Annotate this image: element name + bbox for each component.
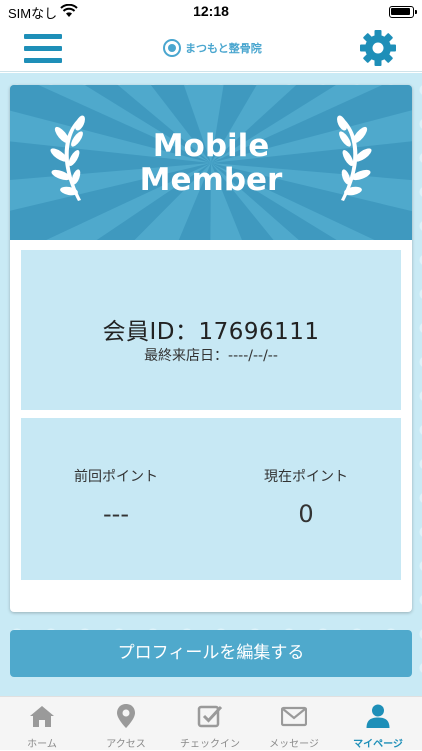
tab-checkin[interactable]: チェックイン bbox=[168, 697, 252, 751]
tab-home-label: ホーム bbox=[27, 739, 57, 750]
menu-icon-bar bbox=[24, 34, 62, 39]
previous-points-label: 前回ポイント bbox=[74, 469, 158, 485]
current-points-value: 0 bbox=[298, 500, 314, 528]
user-icon bbox=[366, 704, 390, 728]
member-id-panel: 会員ID：17696111 最終来店日：----/--/-- bbox=[21, 250, 401, 410]
tab-message-label: メッセージ bbox=[269, 739, 319, 750]
tab-home[interactable]: ホーム bbox=[0, 697, 84, 751]
current-points: 現在ポイント 0 bbox=[211, 466, 401, 528]
tab-access[interactable]: アクセス bbox=[84, 697, 168, 751]
clinic-logo: まつもと整骨院 bbox=[163, 38, 262, 58]
clock: 12:18 bbox=[193, 3, 229, 19]
tab-mypage-label: マイページ bbox=[353, 739, 403, 750]
tab-access-label: アクセス bbox=[106, 739, 146, 750]
tab-checkin-label: チェックイン bbox=[180, 739, 240, 750]
logo-mark-icon bbox=[163, 39, 181, 57]
last-visit-date: 最終来店日：----/--/-- bbox=[144, 348, 278, 364]
member-banner: Mobile Member bbox=[10, 85, 412, 240]
app-header: まつもと整骨院 bbox=[0, 24, 422, 72]
laurel-right-icon bbox=[337, 115, 372, 201]
tab-mypage[interactable]: マイページ bbox=[336, 697, 420, 751]
member-id: 会員ID：17696111 bbox=[102, 319, 320, 345]
previous-points-value: --- bbox=[103, 500, 129, 528]
edit-profile-button[interactable]: プロフィールを編集する bbox=[10, 630, 412, 677]
menu-icon-bar bbox=[24, 46, 62, 51]
status-bar: SIMなし 12:18 bbox=[0, 0, 422, 24]
battery-icon bbox=[389, 6, 417, 18]
mail-icon bbox=[281, 706, 307, 727]
home-icon bbox=[30, 706, 54, 727]
menu-icon-bar bbox=[24, 58, 62, 63]
tab-bar: ホーム アクセス チェックイン メッセージ マイページ bbox=[0, 696, 422, 750]
tab-message[interactable]: メッセージ bbox=[252, 697, 336, 751]
checkin-icon bbox=[197, 705, 223, 728]
member-card: Mobile Member 会員ID：17696111 最終来店日：----/-… bbox=[10, 85, 412, 612]
gear-icon bbox=[360, 30, 396, 66]
settings-button[interactable] bbox=[358, 28, 398, 68]
menu-button[interactable] bbox=[24, 32, 62, 64]
current-points-label: 現在ポイント bbox=[264, 469, 348, 485]
logo-text: まつもと整骨院 bbox=[185, 42, 262, 55]
map-pin-icon bbox=[117, 704, 135, 728]
points-panel: 前回ポイント --- 現在ポイント 0 bbox=[21, 418, 401, 580]
previous-points: 前回ポイント --- bbox=[21, 466, 211, 528]
